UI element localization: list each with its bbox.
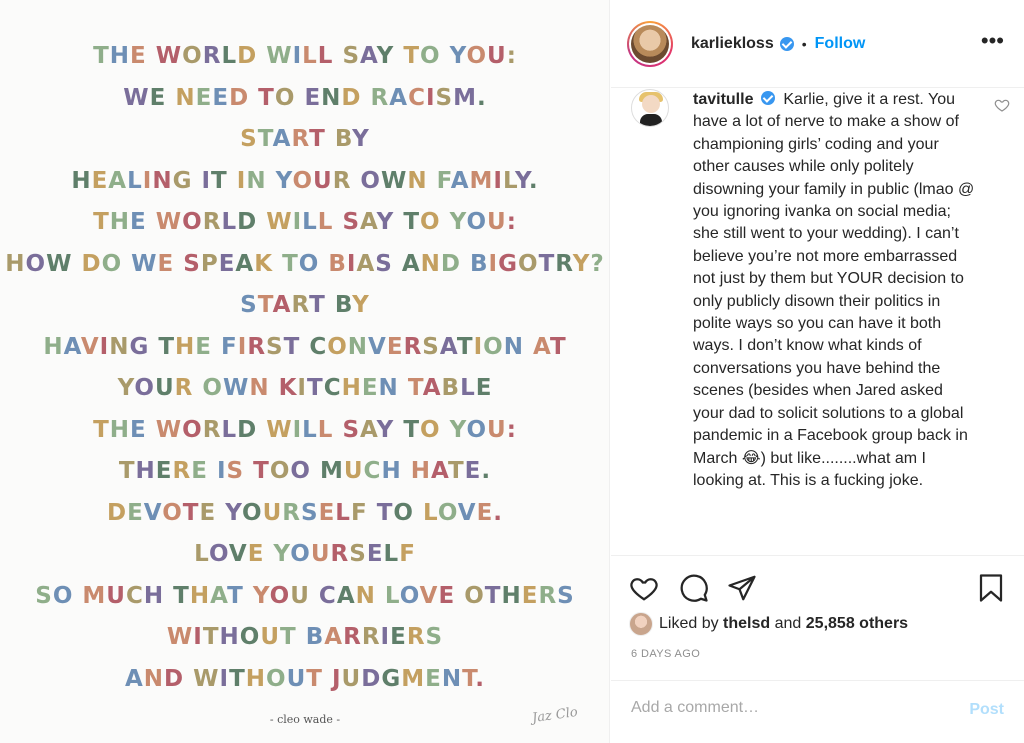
poem-text: THE WORLD WILL SAY TO YOU: WE NEED TO END… [0,36,610,700]
likes-count-link[interactable]: 25,858 others [806,615,908,633]
poem-line: THE WORLD WILL SAY TO YOU: [93,416,517,443]
separator-dot: • [801,35,807,52]
verified-badge-icon [779,36,794,51]
share-paper-plane-icon[interactable] [727,573,757,603]
like-heart-icon[interactable] [629,573,659,603]
poem-line: AND WITHOUT JUDGMENT. [124,665,486,692]
post-sidebar: karliekloss • Follow ••• tavitulle Karli… [611,0,1024,743]
post-date[interactable]: 6 DAYS AGO [631,648,700,660]
poem-line: THE WORLD WILL SAY TO YOU: [93,209,517,235]
poem-line: HOW DO WE SPEAK TO BIAS AND BIGOTRY? [5,250,605,277]
commenter-avatar[interactable] [631,89,669,127]
liked-by-prefix: Liked by [659,615,719,632]
poem-line: DEVOTE YOURSELF TO LOVE. [106,499,504,526]
save-bookmark-icon[interactable] [976,573,1006,603]
post-header: karliekloss • Follow ••• [611,0,1024,88]
follow-button[interactable]: Follow [815,35,866,53]
poem-line: THE WORLD WILL SAY TO YOU: [93,43,517,69]
poem-line: START BY [240,126,370,152]
poem-line: YOUR OWN KITCHEN TABLE [117,375,493,401]
commenter-username[interactable]: tavitulle [693,91,753,108]
post-comment-button[interactable]: Post [969,701,1004,719]
add-comment-input[interactable] [631,699,931,717]
more-options-icon[interactable]: ••• [981,30,1004,52]
liked-by-and: and [774,615,802,632]
profile-avatar[interactable] [627,20,673,67]
comments-list[interactable]: tavitulle Karlie, give it a rest. You ha… [611,89,1024,554]
post-image[interactable]: THE WORLD WILL SAY TO YOU: WE NEED TO END… [0,0,610,743]
poem-line: START BY [240,292,370,318]
liker-username[interactable]: thelsd [723,615,770,633]
comment-bubble-icon[interactable] [679,573,709,603]
poem-line: THERE IS TOO MUCH HATE. [118,458,492,484]
poem-line: LOVE YOURSELF [194,541,416,567]
verified-badge-icon [760,91,775,105]
profile-username[interactable]: karliekloss [691,35,774,53]
liked-by: Liked by thelsd and 25,858 others [629,612,908,636]
like-comment-heart-icon[interactable] [994,97,1010,113]
poem-attribution: - cleo wade - [269,713,341,726]
poem-line: WE NEED TO END RACISM. [123,84,487,111]
poem-line: SO MUCH THAT YOU CAN LOVE OTHERS [35,582,575,609]
poem-line: HAVING THE FIRST CONVERSATION AT [43,333,567,360]
liker-avatar[interactable] [629,612,653,636]
comment-text: Karlie, give it a rest. You have a lot o… [693,91,975,489]
add-comment-bar: Post [611,680,1024,743]
poem-line: HEALING IT IN YOUR OWN FAMILY. [71,167,539,194]
post-actions: Liked by thelsd and 25,858 others 6 DAYS… [611,555,1024,675]
comment-body: tavitulle Karlie, give it a rest. You ha… [693,89,978,492]
comment-item: tavitulle Karlie, give it a rest. You ha… [611,89,1024,492]
poem-line: WITHOUT BARRIERS [166,624,444,650]
